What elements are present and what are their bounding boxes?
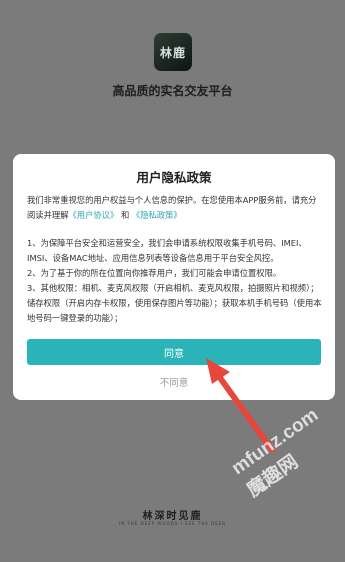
footer-brand: 林深时见鹿 bbox=[142, 511, 203, 522]
footer-subtitle: IN THE DEEP WOODS I SEE THE DEER bbox=[118, 521, 227, 526]
red-arrow-icon bbox=[206, 358, 275, 453]
